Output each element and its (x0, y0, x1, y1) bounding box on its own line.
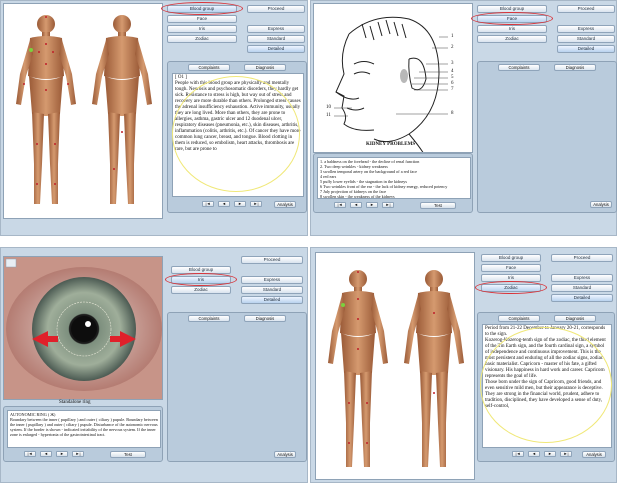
zodiac-tab-complaints[interactable]: Complaints (498, 315, 540, 322)
iris-q-zodiac-button[interactable]: Zodiac (171, 286, 231, 294)
iris-nav-prev-button[interactable]: ◄ (40, 451, 52, 457)
face-tab-complaints[interactable]: Complaints (498, 64, 540, 71)
tab-diagnosis[interactable]: Diagnosis (244, 64, 286, 71)
zodiac-q-standard-button[interactable]: Standard (551, 284, 613, 292)
express-button[interactable]: Express (247, 25, 305, 33)
detailed-button[interactable]: Detailed (247, 45, 305, 53)
iris-q-express-button[interactable]: Express (241, 276, 303, 284)
blood-group-description: [ O1 ] People with this blood group are … (172, 73, 304, 197)
face-q-express-button[interactable]: Express (557, 25, 615, 33)
face-label-8: 8 (451, 111, 454, 116)
zodiac-q-detailed-button[interactable]: Detailed (551, 294, 613, 302)
zodiac-q-proceed-button[interactable]: Proceed (551, 254, 613, 262)
zodiac-q-zodiac-button[interactable]: Zodiac (481, 284, 541, 292)
face-side-panel: Complaints Diagnosis Analysis (477, 61, 617, 213)
nav-next-button[interactable]: ► (234, 201, 246, 207)
zodiac-body-panel (315, 252, 475, 480)
face-q-detailed-button[interactable]: Detailed (557, 45, 615, 53)
face-nav-last-button[interactable]: ►| (382, 202, 394, 208)
face-q-face-button[interactable]: Face (477, 15, 547, 23)
iris-q-proceed-button[interactable]: Proceed (241, 256, 303, 264)
iris-q-iris-button[interactable]: Iris (171, 276, 231, 284)
iris-photo (4, 257, 162, 399)
face-diagram-title: KIDNEY PROBLEMS (366, 142, 416, 147)
face-analysis-button[interactable]: Analysis (590, 201, 612, 208)
zodiac-description: Period from 21-22 December to January 20… (482, 324, 612, 448)
face-window: 1 2 3 4 5 6 7 8 10 11 1. a baldness on t… (310, 0, 617, 236)
iris-side-panel: Complaints Diagnosis Analysis (167, 312, 307, 462)
iris-nav-last-button[interactable]: ►| (72, 451, 84, 457)
iris-q-blood-group-button[interactable]: Blood group (171, 266, 231, 274)
nav-last-button[interactable]: ►| (250, 201, 262, 207)
face-button[interactable]: Face (167, 15, 237, 23)
face-q-zodiac-button[interactable]: Zodiac (477, 35, 547, 43)
iris-tab-diagnosis[interactable]: Diagnosis (244, 315, 286, 322)
nav-first-button[interactable]: |◄ (202, 201, 214, 207)
face-test-button[interactable]: Test (420, 202, 456, 209)
zodiac-nav-next-button[interactable]: ► (544, 451, 556, 457)
face-nav-first-button[interactable]: |◄ (334, 202, 346, 208)
face-q-iris-button[interactable]: Iris (477, 25, 547, 33)
face-description: 1. a baldness on the forehead - the decl… (317, 157, 471, 199)
zodiac-q-face-button[interactable]: Face (481, 264, 541, 272)
face-label-10: 10 (326, 105, 331, 110)
face-diagram (334, 16, 448, 152)
face-q-blood-group-button[interactable]: Blood group (477, 5, 547, 13)
zodiac-nav-last-button[interactable]: ►| (560, 451, 572, 457)
face-label-1: 1 (451, 34, 454, 39)
face-label-7: 7 (451, 87, 454, 92)
blood-group-window: Blood group Face Iris Zodiac Proceed Exp… (0, 0, 308, 236)
iris-test-button[interactable]: Test (110, 451, 146, 458)
face-label-5: 5 (451, 75, 454, 80)
iris-photo-panel (3, 256, 163, 400)
results-panel: Complaints Diagnosis [ O1 ] People with … (167, 61, 307, 213)
face-label-2: 2 (451, 45, 454, 50)
face-results-panel: 1. a baldness on the forehead - the decl… (313, 153, 473, 213)
face-q-proceed-button[interactable]: Proceed (557, 5, 615, 13)
iris-window: Standalone ring AUTONOMIC RING ( Ж) Boun… (0, 247, 308, 483)
quadrant-divider (0, 236, 617, 247)
iris-button[interactable]: Iris (167, 25, 237, 33)
analysis-button[interactable]: Analysis (274, 201, 296, 208)
iris-nav-first-button[interactable]: |◄ (24, 451, 36, 457)
zodiac-body-figure (328, 270, 464, 467)
face-label-4: 4 (451, 69, 454, 74)
body-front-back-figure (16, 15, 152, 204)
zodiac-tab-diagnosis[interactable]: Diagnosis (554, 315, 596, 322)
face-label-6: 6 (451, 81, 454, 86)
iris-q-detailed-button[interactable]: Detailed (241, 296, 303, 304)
zodiac-q-blood-group-button[interactable]: Blood group (481, 254, 541, 262)
tab-complaints[interactable]: Complaints (188, 64, 230, 71)
face-label-11: 11 (326, 113, 331, 118)
face-tab-diagnosis[interactable]: Diagnosis (554, 64, 596, 71)
iris-analysis-button[interactable]: Analysis (274, 451, 296, 458)
zodiac-q-express-button[interactable]: Express (551, 274, 613, 282)
zodiac-nav-prev-button[interactable]: ◄ (528, 451, 540, 457)
blood-group-button[interactable]: Blood group (167, 5, 237, 13)
zodiac-q-iris-button[interactable]: Iris (481, 274, 541, 282)
iris-tab-complaints[interactable]: Complaints (188, 315, 230, 322)
face-label-3: 3 (451, 61, 454, 66)
face-q-standard-button[interactable]: Standard (557, 35, 615, 43)
face-nav-next-button[interactable]: ► (366, 202, 378, 208)
nav-prev-button[interactable]: ◄ (218, 201, 230, 207)
zodiac-results-panel: Complaints Diagnosis Period from 21-22 D… (477, 312, 615, 462)
face-diagram-panel: 1 2 3 4 5 6 7 8 10 11 (313, 3, 473, 153)
proceed-button[interactable]: Proceed (247, 5, 305, 13)
iris-results-panel: AUTONOMIC RING ( Ж) Boundary between the… (3, 406, 163, 462)
face-nav-prev-button[interactable]: ◄ (350, 202, 362, 208)
iris-caption: Standalone ring (59, 400, 91, 405)
iris-description: AUTONOMIC RING ( Ж) Boundary between the… (7, 410, 161, 448)
zodiac-analysis-button[interactable]: Analysis (582, 451, 606, 458)
standard-button[interactable]: Standard (247, 35, 305, 43)
iris-nav-next-button[interactable]: ► (56, 451, 68, 457)
body-map-panel (3, 3, 163, 219)
zodiac-window: Blood group Face Iris Zodiac Proceed Exp… (310, 247, 617, 483)
zodiac-button[interactable]: Zodiac (167, 35, 237, 43)
iris-q-standard-button[interactable]: Standard (241, 286, 303, 294)
zodiac-nav-first-button[interactable]: |◄ (512, 451, 524, 457)
